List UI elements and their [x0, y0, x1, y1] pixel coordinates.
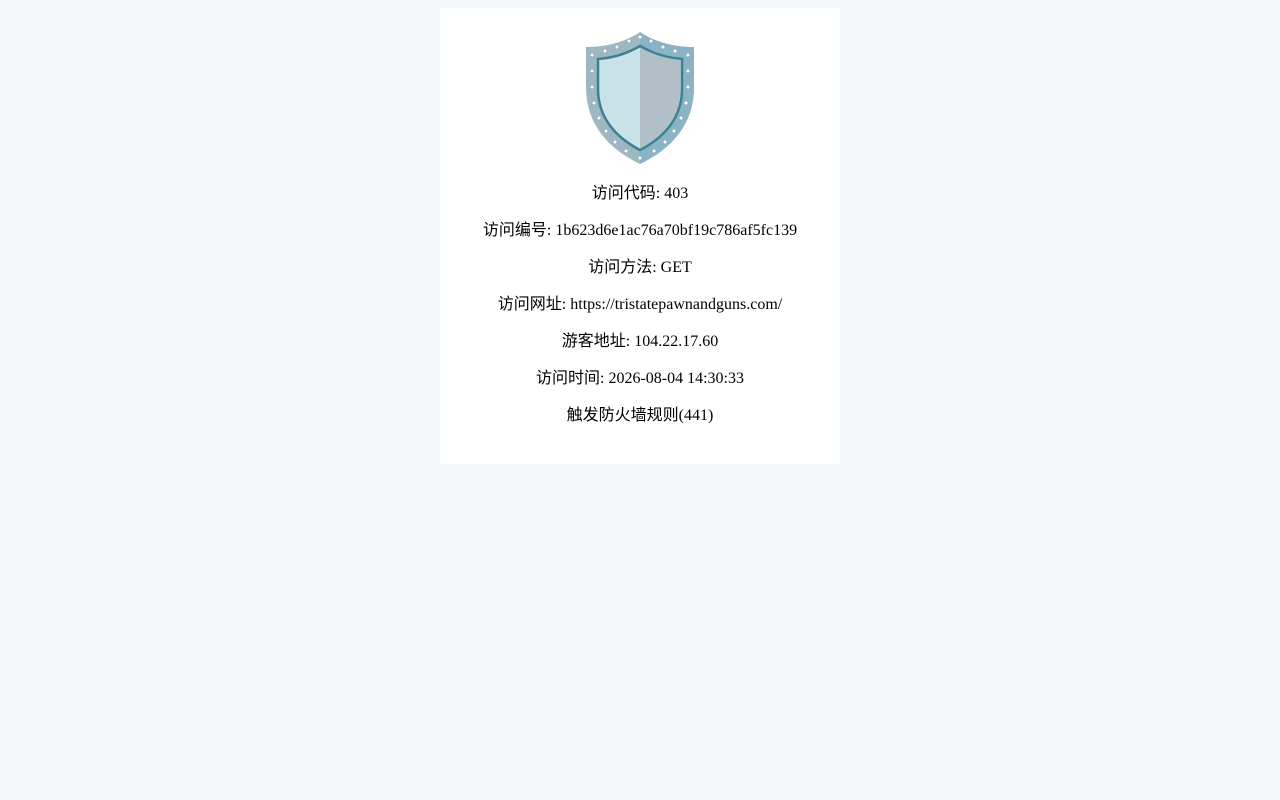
- access-method-line: 访问方法: GET: [588, 259, 692, 276]
- shield-icon: [586, 32, 694, 164]
- access-id-line: 访问编号: 1b623d6e1ac76a70bf19c786af5fc139: [482, 222, 798, 239]
- access-time-line: 访问时间: 2026-08-04 14:30:33: [535, 370, 744, 387]
- access-code-value: 403: [664, 185, 689, 202]
- firewall-rule-text: 触发防火墙规则(441): [566, 407, 714, 424]
- access-url-label: 访问网址: [497, 296, 562, 313]
- access-method-label: 访问方法: [588, 259, 653, 276]
- access-time-label: 访问时间: [535, 370, 600, 387]
- access-id-value: 1b623d6e1ac76a70bf19c786af5fc139: [555, 222, 798, 239]
- access-url-value: https://tristatepawnandguns.com/: [570, 296, 783, 313]
- blocked-card: 访问代码: 403 访问编号: 1b623d6e1ac76a70bf19c786…: [440, 8, 840, 464]
- visitor-ip-line: 游客地址: 104.22.17.60: [561, 333, 719, 350]
- access-url-line: 访问网址: https://tristatepawnandguns.com/: [497, 296, 783, 313]
- access-method-value: GET: [660, 259, 692, 276]
- request-info-list: 访问代码: 403 访问编号: 1b623d6e1ac76a70bf19c786…: [440, 183, 840, 442]
- visitor-ip-value: 104.22.17.60: [634, 333, 719, 350]
- access-code-label: 访问代码: [591, 185, 656, 202]
- access-id-label: 访问编号: [482, 222, 547, 239]
- visitor-ip-label: 游客地址: [561, 333, 626, 350]
- access-code-line: 访问代码: 403: [591, 185, 689, 202]
- firewall-rule-line: 触发防火墙规则(441): [440, 405, 840, 442]
- access-time-value: 2026-08-04 14:30:33: [608, 370, 744, 387]
